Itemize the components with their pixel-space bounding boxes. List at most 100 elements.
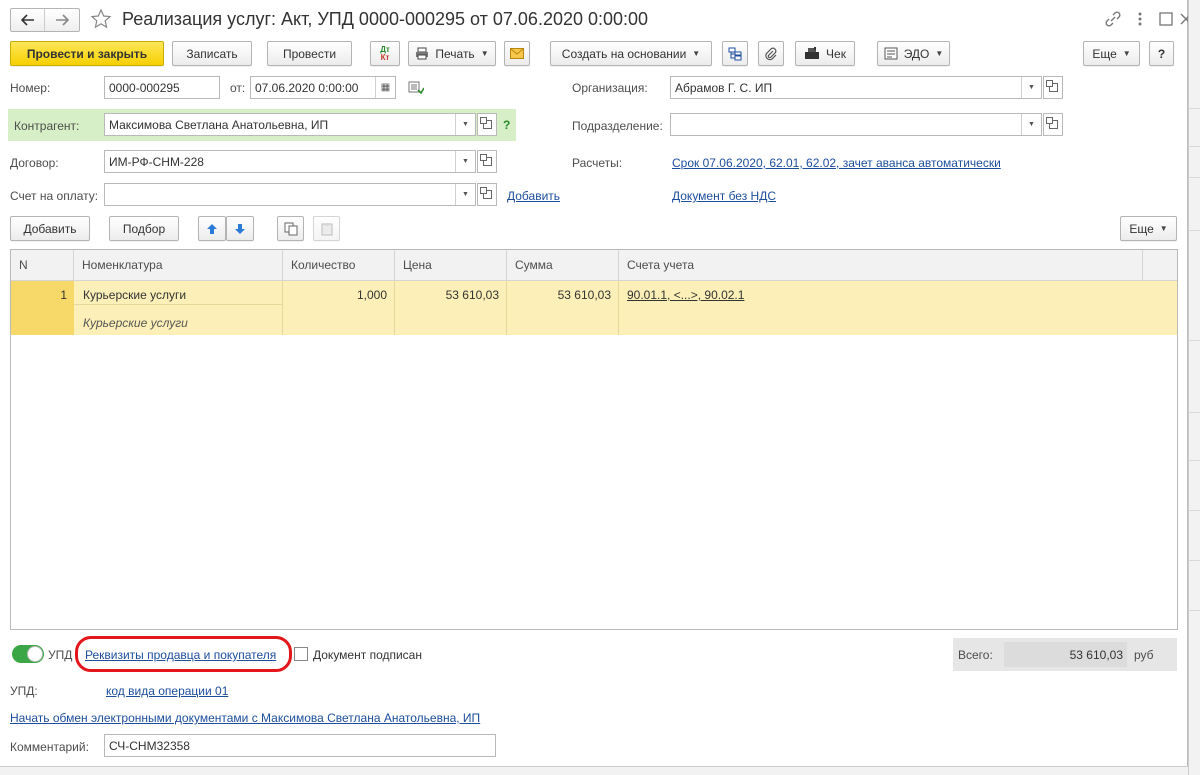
contract-value: ИМ-РФ-СНМ-228 xyxy=(109,154,204,169)
date-field[interactable]: 07.06.2020 0:00:00 ▦ xyxy=(250,76,396,99)
attach-button[interactable] xyxy=(758,41,784,66)
column-header-sum[interactable]: Сумма xyxy=(507,250,619,281)
structure-button[interactable] xyxy=(722,41,748,66)
open-icon xyxy=(479,154,492,166)
back-button[interactable] xyxy=(11,9,45,31)
invoice-add-link[interactable]: Добавить xyxy=(507,189,560,203)
chevron-down-icon[interactable]: ▼ xyxy=(455,114,475,135)
open-icon xyxy=(479,117,492,129)
open-icon xyxy=(479,187,492,199)
comment-label: Комментарий: xyxy=(10,740,89,754)
taskbar-strip xyxy=(0,766,1188,775)
chevron-down-icon[interactable]: ▼ xyxy=(1021,114,1041,135)
paste-row-button[interactable] xyxy=(313,216,340,241)
table-row[interactable]: 1 Курьерские услуги Курьерские услуги 1,… xyxy=(11,281,1177,335)
settlements-link[interactable]: Срок 07.06.2020, 62.01, 62.02, зачет ава… xyxy=(672,156,1001,170)
chevron-down-icon[interactable]: ▼ xyxy=(455,184,475,205)
paste-icon xyxy=(321,222,332,235)
total-label: Всего: xyxy=(958,648,993,662)
edo-button[interactable]: ЭДО ▼ xyxy=(877,41,950,66)
receipt-button[interactable]: Чек xyxy=(795,41,855,66)
arrow-down-icon xyxy=(235,223,245,234)
maximize-icon[interactable] xyxy=(1158,10,1174,28)
vat-document-link[interactable]: Документ без НДС xyxy=(672,189,776,203)
upd-toggle[interactable] xyxy=(12,645,44,663)
date-value: 07.06.2020 0:00:00 xyxy=(255,80,359,95)
organization-open-button[interactable] xyxy=(1043,76,1063,99)
organization-field[interactable]: Абрамов Г. С. ИП ▼ xyxy=(670,76,1042,99)
cash-register-icon xyxy=(805,47,820,59)
open-icon xyxy=(1045,117,1058,129)
receipt-label: Чек xyxy=(826,46,846,61)
calendar-icon[interactable]: ▦ xyxy=(375,77,395,98)
create-based-on-button[interactable]: Создать на основании ▼ xyxy=(550,41,712,66)
row-divider xyxy=(506,281,507,335)
link-icon[interactable] xyxy=(1104,10,1122,28)
settlements-label: Расчеты: xyxy=(572,156,623,170)
print-button[interactable]: Печать ▼ xyxy=(408,41,496,66)
contract-open-button[interactable] xyxy=(477,150,497,173)
post-and-close-button[interactable]: Провести и закрыть xyxy=(10,41,164,66)
number-field[interactable]: 0000-000295 xyxy=(104,76,220,99)
upd-label: УПД: xyxy=(10,684,38,698)
more-menu-icon[interactable] xyxy=(1134,10,1146,28)
column-header-n[interactable]: N xyxy=(11,250,74,281)
forward-button[interactable] xyxy=(45,9,79,31)
copy-row-button[interactable] xyxy=(277,216,304,241)
invoice-field[interactable]: ▼ xyxy=(104,183,476,206)
column-header-nomenclature[interactable]: Номенклатура xyxy=(74,250,283,281)
contractor-open-button[interactable] xyxy=(477,113,497,136)
table-more-button[interactable]: Еще ▼ xyxy=(1120,216,1177,241)
signed-label: Документ подписан xyxy=(313,648,422,662)
division-open-button[interactable] xyxy=(1043,113,1063,136)
division-field[interactable]: ▼ xyxy=(670,113,1042,136)
column-header-quantity[interactable]: Количество xyxy=(283,250,395,281)
more-button[interactable]: Еще ▼ xyxy=(1083,41,1140,66)
contractor-help-icon[interactable]: ? xyxy=(503,118,510,132)
row-accounts-link[interactable]: 90.01.1, <...>, 90.02.1 xyxy=(627,288,744,302)
structure-icon xyxy=(728,47,742,60)
dt-kt-button[interactable]: Дт Кт xyxy=(370,41,400,66)
envelope-icon xyxy=(510,48,524,59)
total-currency: руб xyxy=(1134,648,1154,662)
table-pick-button[interactable]: Подбор xyxy=(109,216,179,241)
post-button[interactable]: Провести xyxy=(267,41,352,66)
move-up-button[interactable] xyxy=(198,216,226,241)
create-based-on-label: Создать на основании xyxy=(561,46,687,61)
chevron-down-icon: ▼ xyxy=(1122,49,1131,58)
row-item: Курьерские услуги xyxy=(83,288,187,302)
chevron-down-icon[interactable]: ▼ xyxy=(1021,77,1041,98)
chevron-down-icon: ▼ xyxy=(480,49,489,58)
edo-label: ЭДО xyxy=(903,46,930,61)
save-button[interactable]: Записать xyxy=(172,41,252,66)
column-header-accounts[interactable]: Счета учета xyxy=(619,250,1143,281)
move-down-button[interactable] xyxy=(226,216,254,241)
favorite-star-icon[interactable] xyxy=(90,8,112,30)
chevron-down-icon[interactable]: ▼ xyxy=(455,151,475,172)
signed-checkbox[interactable] xyxy=(294,647,308,661)
close-icon[interactable] xyxy=(1178,10,1188,28)
column-header-price[interactable]: Цена xyxy=(395,250,507,281)
date-from-label: от: xyxy=(230,81,246,95)
row-subline xyxy=(74,304,283,305)
operation-code-link[interactable]: код вида операции 01 xyxy=(106,684,228,698)
background-window-strip xyxy=(1188,0,1200,775)
row-number: 1 xyxy=(60,288,67,302)
contract-field[interactable]: ИМ-РФ-СНМ-228 ▼ xyxy=(104,150,476,173)
contractor-field[interactable]: Максимова Светлана Анатольевна, ИП ▼ xyxy=(104,113,476,136)
row-quantity: 1,000 xyxy=(356,288,387,302)
requisites-link[interactable]: Реквизиты продавца и покупателя xyxy=(85,648,276,662)
row-price: 53 610,03 xyxy=(445,288,499,302)
row-sum: 53 610,03 xyxy=(557,288,611,302)
table-add-button[interactable]: Добавить xyxy=(10,216,90,241)
column-header-filler xyxy=(1143,250,1177,281)
email-button[interactable] xyxy=(504,41,530,66)
contractor-label: Контрагент: xyxy=(14,119,80,133)
help-button[interactable]: ? xyxy=(1149,41,1174,66)
kt-label: Кт xyxy=(380,52,390,62)
toggle-knob xyxy=(27,646,43,662)
edo-start-link[interactable]: Начать обмен электронными документами с … xyxy=(10,711,480,725)
list-icon[interactable] xyxy=(408,81,425,95)
comment-field[interactable]: СЧ-СНМ32358 xyxy=(104,734,496,757)
invoice-open-button[interactable] xyxy=(477,183,497,206)
